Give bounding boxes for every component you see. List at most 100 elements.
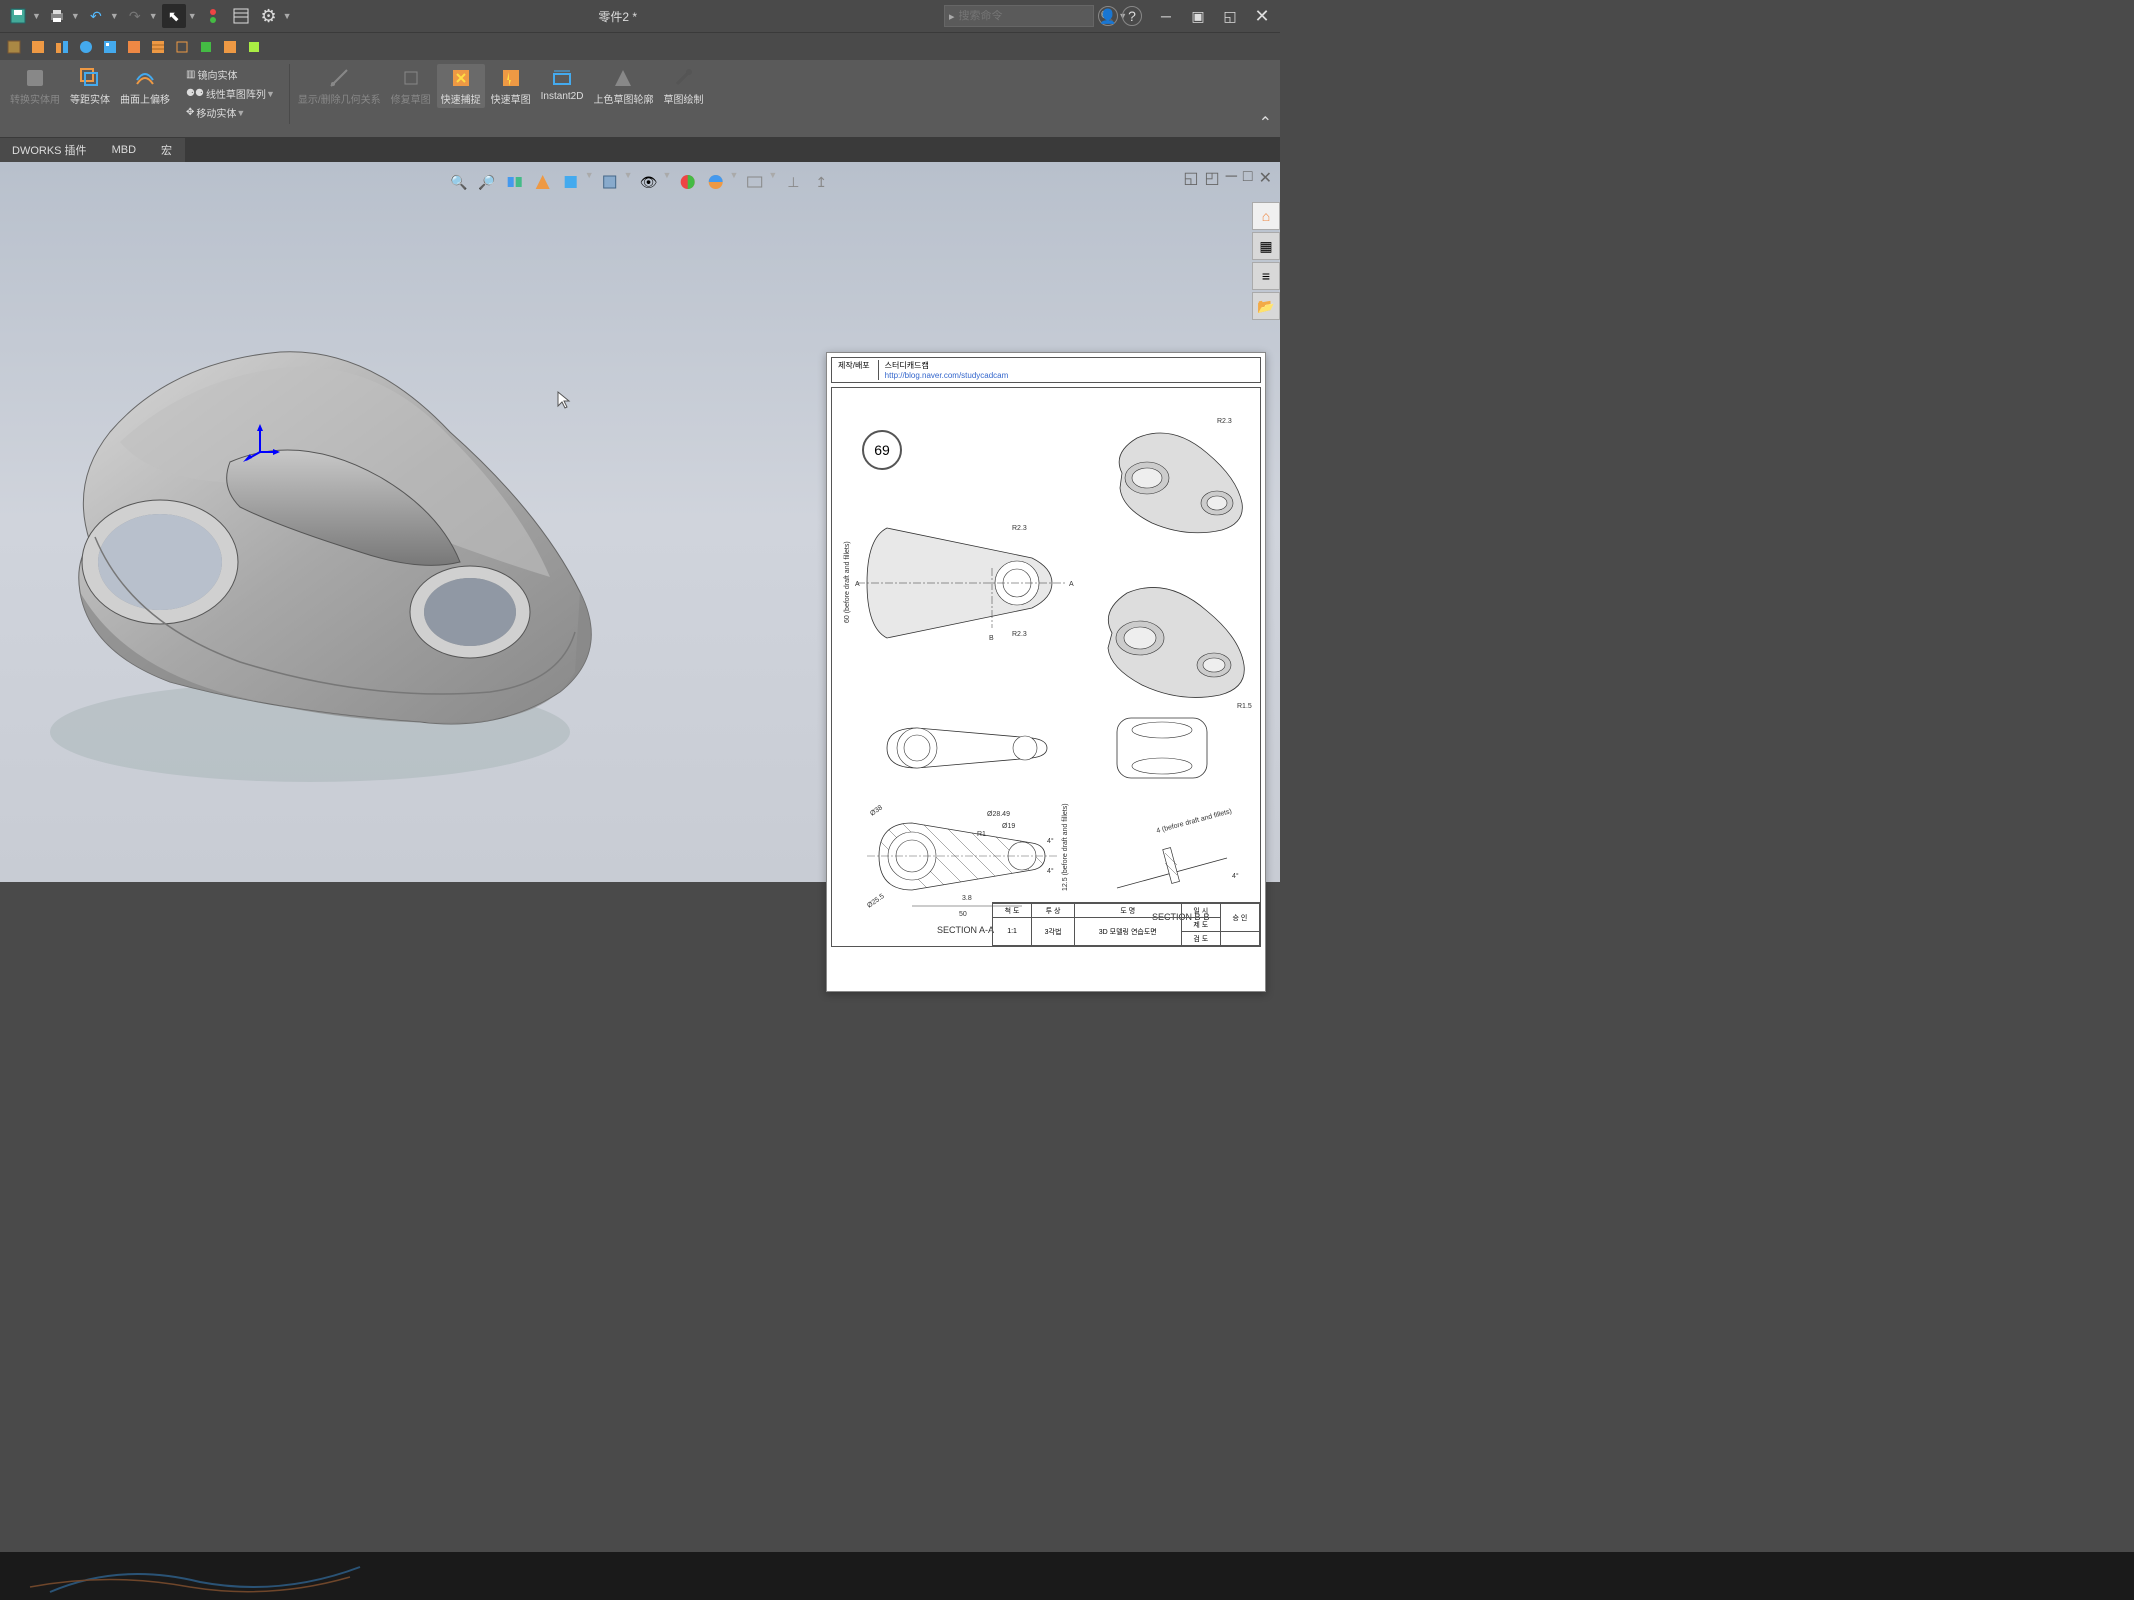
- tool-1[interactable]: [4, 37, 24, 57]
- ribbon-label: 转换实体用: [10, 91, 60, 106]
- ribbon-label: 上色草图轮廓: [593, 91, 653, 106]
- model-render: [20, 282, 600, 802]
- close-button[interactable]: ✕: [1250, 4, 1274, 28]
- tool-9[interactable]: [196, 37, 216, 57]
- home-tab-icon[interactable]: ⌂: [1252, 202, 1280, 230]
- sketch-ink-button[interactable]: 草图绘制: [659, 64, 707, 108]
- undo-icon[interactable]: ↶: [84, 4, 108, 28]
- tool-2[interactable]: [28, 37, 48, 57]
- mirror-entities-button[interactable]: ▥镜向实体: [182, 66, 279, 83]
- tb-col-name: 도 명: [1074, 904, 1181, 918]
- dim-125: 12.5 (before draft and fillets): [1062, 803, 1069, 891]
- save-icon[interactable]: [6, 4, 30, 28]
- maximize-button[interactable]: ◱: [1218, 4, 1242, 28]
- drawing-header-label: 제작/배포: [838, 360, 870, 380]
- appearance-icon[interactable]: [675, 170, 699, 194]
- section-view-icon[interactable]: [531, 170, 555, 194]
- heads-up-toolbar: 🔍 🔎 ▼ ▼ 👁▼ ▼ ▼ ⊥ ↥: [445, 168, 836, 196]
- move-icon: ✥: [186, 107, 194, 118]
- tb-col-proj: 투 상: [1032, 904, 1075, 918]
- instant2d-icon: [550, 66, 574, 90]
- hide-show-icon[interactable]: 👁: [637, 170, 661, 194]
- convert-entities-button[interactable]: 转换实体用: [6, 64, 64, 108]
- save-dropdown[interactable]: ▼: [32, 11, 41, 21]
- tool-8[interactable]: [172, 37, 192, 57]
- options-icon[interactable]: [229, 4, 253, 28]
- previous-view-icon[interactable]: [503, 170, 527, 194]
- rebuild-icon[interactable]: [201, 4, 225, 28]
- repair-sketch-button[interactable]: 修复草图: [387, 64, 435, 108]
- print-icon[interactable]: [45, 4, 69, 28]
- pattern-icon: ⚈⚈: [186, 88, 204, 99]
- display-style-icon[interactable]: [598, 170, 622, 194]
- tool-6[interactable]: [124, 37, 144, 57]
- convert-icon: [23, 66, 47, 90]
- offset-entities-button[interactable]: 等距实体: [66, 64, 114, 108]
- doc-minimize-icon[interactable]: ─: [1226, 168, 1237, 188]
- tool-7[interactable]: [148, 37, 168, 57]
- tb-row-check: 검 도: [1181, 932, 1220, 946]
- help-icon[interactable]: ?: [1122, 6, 1142, 26]
- surface-offset-button[interactable]: 曲面上偏移: [116, 64, 174, 108]
- move-entities-button[interactable]: ✥移动实体▼: [182, 104, 279, 121]
- tab-plugins[interactable]: DWORKS 插件: [0, 138, 100, 162]
- print-dropdown[interactable]: ▼: [71, 11, 80, 21]
- drawing-reference-panel: 제작/배포 스터디캐드캠 http://blog.naver.com/study…: [826, 352, 1266, 992]
- tb-row-draw: 제 도: [1181, 918, 1220, 932]
- zoom-fit-icon[interactable]: 🔍: [447, 170, 471, 194]
- doc-maximize-icon[interactable]: □: [1243, 168, 1253, 188]
- ribbon-label: 修复草图: [391, 91, 431, 106]
- view-settings-icon[interactable]: ↥: [809, 170, 833, 194]
- restore-button[interactable]: ▣: [1186, 4, 1210, 28]
- tool-10[interactable]: [220, 37, 240, 57]
- settings-dropdown[interactable]: ▼: [283, 11, 292, 21]
- dim-r23: R2.3: [1217, 418, 1232, 425]
- tb-scale: 1:1: [993, 918, 1032, 946]
- undo-dropdown[interactable]: ▼: [110, 11, 119, 21]
- document-title: 零件2 *: [296, 8, 940, 25]
- render-icon[interactable]: [742, 170, 766, 194]
- dim-60: 60 (before draft and fillets): [844, 541, 851, 623]
- tab-macro[interactable]: 宏: [149, 138, 185, 162]
- instant2d-button[interactable]: Instant2D: [537, 64, 588, 104]
- graphics-viewport[interactable]: 🔍 🔎 ▼ ▼ 👁▼ ▼ ▼ ⊥ ↥ ◱ ◰ ─ □ ✕ ⌂ ▦ ≡ 📂: [0, 162, 1280, 882]
- apply-scene-icon[interactable]: ⊥: [781, 170, 805, 194]
- rapid-sketch-button[interactable]: 快速草图: [487, 64, 535, 108]
- tab-mbd[interactable]: MBD: [100, 138, 149, 162]
- tool-4[interactable]: [76, 37, 96, 57]
- resources-tab-icon[interactable]: ▦: [1252, 232, 1280, 260]
- surface-offset-icon: [133, 66, 157, 90]
- minimize-button[interactable]: ─: [1154, 4, 1178, 28]
- command-tabs: DWORKS 插件 MBD 宏: [0, 138, 1280, 162]
- library-tab-icon[interactable]: ≡: [1252, 262, 1280, 290]
- select-icon[interactable]: ⬉: [162, 4, 186, 28]
- redo-dropdown[interactable]: ▼: [149, 11, 158, 21]
- tb-name: 3D 모델링 연습도면: [1074, 918, 1181, 946]
- shaded-sketch-button[interactable]: 上色草图轮廓: [589, 64, 657, 108]
- document-window-controls: ◱ ◰ ─ □ ✕: [1183, 168, 1272, 188]
- drawing-header-title: 스터디캐드캠: [885, 360, 1009, 371]
- select-dropdown[interactable]: ▼: [188, 11, 197, 21]
- quick-snap-button[interactable]: 快速捕捉: [437, 64, 485, 108]
- zoom-area-icon[interactable]: 🔎: [475, 170, 499, 194]
- view-orientation-icon[interactable]: [559, 170, 583, 194]
- command-search[interactable]: ▸ 🔍 ▼: [944, 5, 1094, 27]
- scene-icon[interactable]: [703, 170, 727, 194]
- user-icon[interactable]: 👤: [1098, 6, 1118, 26]
- open-tab-icon[interactable]: 📂: [1252, 292, 1280, 320]
- search-input[interactable]: [959, 10, 1101, 22]
- linear-pattern-button[interactable]: ⚈⚈线性草图阵列▼: [182, 85, 279, 102]
- display-delete-relations-button[interactable]: 显示/删除几何关系: [294, 64, 385, 108]
- tool-3[interactable]: [52, 37, 72, 57]
- redo-icon[interactable]: ↷: [123, 4, 147, 28]
- doc-close-icon[interactable]: ✕: [1259, 168, 1272, 188]
- tool-5[interactable]: [100, 37, 120, 57]
- ribbon-collapse-button[interactable]: ⌃: [1259, 113, 1272, 133]
- drawing-header-url: http://blog.naver.com/studycadcam: [885, 371, 1009, 380]
- doc-next-icon[interactable]: ◰: [1204, 168, 1219, 188]
- tool-11[interactable]: [244, 37, 264, 57]
- settings-gear-icon[interactable]: ⚙: [257, 4, 281, 28]
- title-bar: ▼ ▼ ↶ ▼ ↷ ▼ ⬉ ▼ ⚙ ▼ 零件2 * ▸ 🔍 ▼ 👤 ? ─ ▣ …: [0, 0, 1280, 32]
- tb-empty: [1220, 932, 1259, 946]
- doc-prev-icon[interactable]: ◱: [1183, 168, 1198, 188]
